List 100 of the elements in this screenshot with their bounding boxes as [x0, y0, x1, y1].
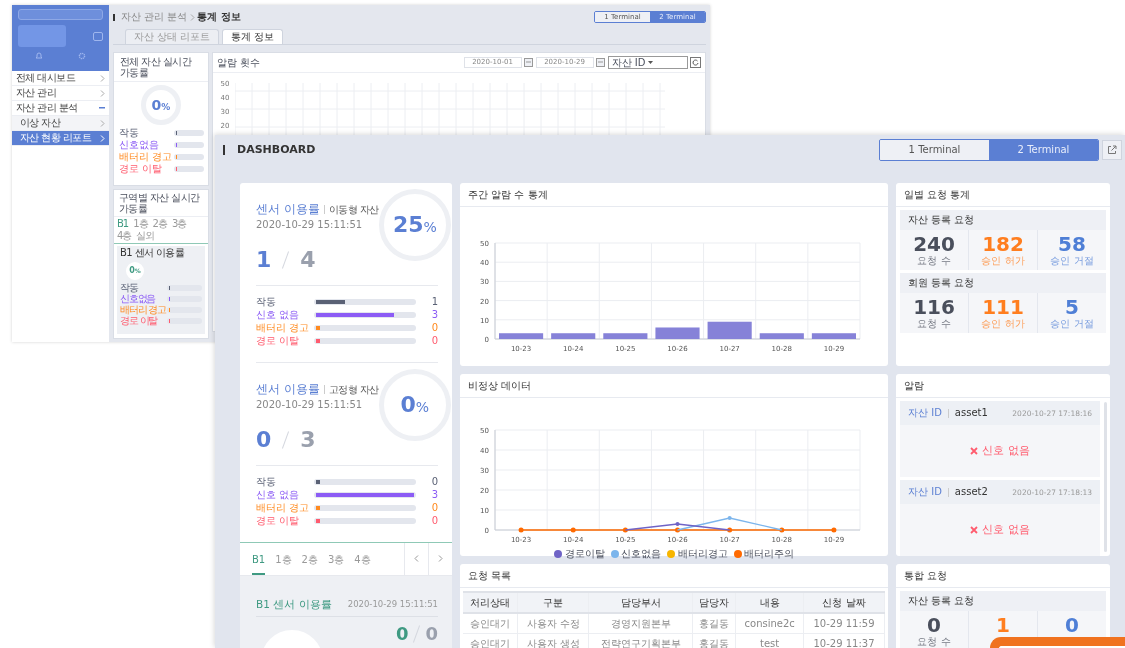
stat-number: 0: [1064, 615, 1080, 636]
bar: [759, 333, 804, 339]
legend-label: 작동: [119, 127, 140, 139]
panel-title: 알람 횟수: [216, 56, 260, 69]
floor-tab[interactable]: 3층: [328, 552, 345, 575]
floor-tab[interactable]: 2층: [151, 217, 168, 230]
tab[interactable]: 자산 상태 리포트: [125, 29, 220, 44]
floor-tab[interactable]: 1층: [275, 552, 292, 575]
card-title: 비정상 데이터: [460, 374, 888, 398]
field-label: 자산 ID: [908, 486, 942, 498]
bar: [707, 321, 752, 339]
stat-number: 1: [995, 615, 1011, 636]
table-cell: 10-29 11:37: [803, 633, 885, 648]
stat-label: 승인 허가: [980, 255, 1026, 267]
stat-number: 182: [981, 234, 1025, 255]
stat-value: 0: [430, 476, 438, 489]
sidebar-subitem[interactable]: 자산 현황 리포트: [12, 131, 109, 146]
legend-label: 배터리 경고: [119, 151, 171, 163]
table-cell: consine2c: [735, 613, 804, 634]
alarm-message: 신호 없음: [982, 444, 1030, 458]
timestamp: 2020-10-29 15:11:51: [347, 598, 438, 609]
stat-number: 58: [1057, 234, 1087, 255]
search-field[interactable]: [18, 9, 103, 20]
asset-id: asset2: [954, 486, 988, 498]
table-cell: 전략연구기획본부: [588, 633, 693, 648]
external-link-button[interactable]: [1102, 140, 1122, 160]
sidebar-item[interactable]: 전체 대시보드: [12, 71, 109, 86]
card-title: 통합 요청: [896, 564, 1110, 588]
stat-value: 0: [430, 515, 438, 528]
legend-label: 신호없음: [119, 139, 160, 151]
calendar-icon[interactable]: [596, 58, 605, 67]
column-header: 담당자: [692, 592, 736, 613]
tab[interactable]: 통계 정보: [221, 29, 284, 44]
floor-tab[interactable]: 실외: [135, 229, 156, 242]
data-point: [570, 527, 576, 533]
stat-number: 111: [981, 297, 1025, 318]
floor-tab[interactable]: 2층: [301, 552, 318, 575]
legend-label: 작동: [120, 282, 139, 294]
sidebar-subitem[interactable]: 이상 자산: [12, 116, 109, 131]
total-count: 3: [300, 428, 316, 451]
stat-label: 경로 이탈: [256, 515, 301, 528]
breadcrumb-current: 통계 정보: [197, 11, 241, 23]
bar: [603, 333, 648, 339]
chevron-icon: [414, 555, 419, 563]
refresh-icon[interactable]: [690, 57, 701, 68]
bar: [655, 327, 700, 339]
panel-title: 전체 자산 실시간 가동률: [114, 53, 208, 82]
data-point: [518, 527, 524, 533]
percent-value: 0%: [151, 96, 171, 114]
active-count: 1: [256, 248, 272, 271]
floor-tab[interactable]: B1: [116, 217, 130, 230]
floor-tab[interactable]: 4층: [354, 552, 371, 575]
stat-label: 작동: [256, 476, 277, 489]
active-count: 0: [395, 625, 409, 644]
stat-value: 0: [430, 322, 438, 335]
stat-label: 승인 허가: [980, 318, 1026, 330]
stat-label: 배터리 경고: [256, 322, 308, 335]
sidebar-item[interactable]: 자산 관리: [12, 86, 109, 101]
stat-label: 경로 이탈: [256, 335, 301, 348]
bar: [499, 333, 544, 339]
terminal-tab[interactable]: 2 Terminal: [989, 140, 1098, 160]
column-header: 내용: [735, 592, 804, 613]
chevron-icon: [189, 13, 195, 21]
column-header: 신청 날짜: [803, 592, 885, 613]
asset-dropdown[interactable]: 자산 ID: [607, 56, 688, 69]
stat-value: 3: [430, 309, 438, 322]
stat-number: 240: [912, 234, 956, 255]
table-cell: 홍길동: [692, 613, 736, 634]
table-cell: test: [735, 633, 804, 648]
stat-number: 116: [912, 297, 956, 318]
alarm-message: 신호 없음: [982, 523, 1030, 537]
logo-placeholder: [18, 25, 66, 47]
data-point: [622, 527, 628, 533]
settings-icon[interactable]: [77, 52, 86, 60]
floor-tab[interactable]: 4층: [116, 229, 133, 242]
table-cell: 승인대기: [463, 613, 518, 634]
card-title: 주간 알람 수 통계: [460, 183, 888, 207]
floor-tab[interactable]: 1층: [132, 217, 149, 230]
data-point: [779, 527, 785, 533]
breadcrumb-link[interactable]: 자산 관리 분석: [121, 11, 188, 23]
card-title: 요청 목록: [460, 564, 888, 588]
floor-tab[interactable]: 3층: [171, 217, 188, 230]
minus-icon: [99, 107, 105, 109]
bell-icon[interactable]: [35, 52, 44, 60]
stat-number: 0: [926, 615, 942, 636]
terminal-tab[interactable]: 1 Terminal: [880, 140, 989, 160]
legend-label: 경로이탈: [564, 548, 605, 560]
bar: [811, 333, 856, 339]
stat-label: 요청 수: [916, 255, 952, 267]
card-title: B1 센서 이용률: [120, 246, 186, 259]
column-header: 담당부서: [588, 592, 693, 613]
stat-label: 승인 거절: [1049, 318, 1095, 330]
group-title: 자산 등록 요청: [907, 213, 976, 227]
calendar-icon[interactable]: [524, 58, 533, 67]
legend-label: 배터리경고: [677, 548, 728, 560]
table-cell: 승인대기: [463, 633, 518, 648]
card-title: 일별 요청 통계: [896, 183, 1110, 207]
stat-label: 승인 거절: [1049, 255, 1095, 267]
timestamp: 2020-10-29 15:11:51: [256, 218, 364, 231]
stat-label: 요청 수: [916, 636, 952, 648]
